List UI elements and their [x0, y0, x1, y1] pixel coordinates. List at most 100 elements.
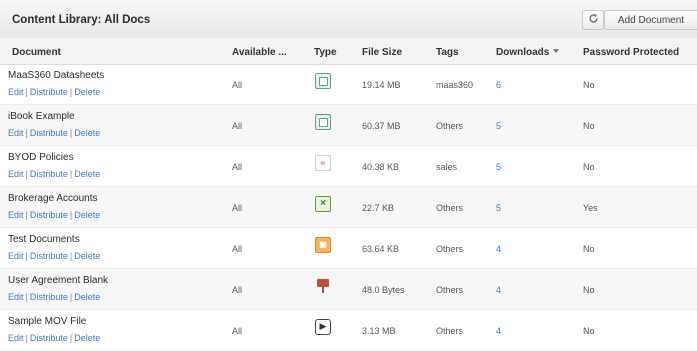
- downloads-header-label: Downloads: [496, 47, 550, 59]
- distribute-link[interactable]: Distribute: [30, 210, 68, 220]
- action-separator: |: [25, 128, 28, 138]
- distribute-link[interactable]: Distribute: [30, 169, 68, 179]
- action-separator: |: [25, 251, 28, 261]
- content-library-panel: Content Library: All Docs Add Document D…: [0, 0, 697, 351]
- distribute-link[interactable]: Distribute: [30, 292, 68, 302]
- tags-cell: Others: [436, 285, 464, 295]
- delete-link[interactable]: Delete: [74, 251, 100, 261]
- table-row[interactable]: MaaS360 Datasheets Edit | Distribute | Delete…: [0, 64, 697, 105]
- column-header-tags[interactable]: Tags: [436, 47, 459, 58]
- delete-link[interactable]: Delete: [74, 333, 100, 343]
- password-protected-cell: No: [583, 244, 595, 254]
- document-name[interactable]: Test Documents: [8, 234, 80, 245]
- toolbar: Content Library: All Docs Add Document: [0, 0, 697, 39]
- password-protected-cell: No: [583, 285, 595, 295]
- delete-link[interactable]: Delete: [74, 210, 100, 220]
- delete-link[interactable]: Delete: [74, 169, 100, 179]
- tags-cell: Others: [436, 244, 464, 254]
- document-name[interactable]: Brokerage Accounts: [8, 193, 98, 204]
- row-actions: Edit | Distribute | Delete: [8, 169, 100, 179]
- video-icon: ▶: [315, 319, 331, 335]
- keynote-icon: [315, 278, 331, 294]
- delete-link[interactable]: Delete: [74, 128, 100, 138]
- available-cell: All: [232, 285, 243, 295]
- file-size-cell: 48.0 Bytes: [362, 285, 405, 295]
- table-row[interactable]: Test Documents Edit | Distribute | Delete All ▣…: [0, 228, 697, 269]
- available-cell: All: [232, 244, 243, 254]
- column-header-downloads[interactable]: Downloads: [496, 47, 560, 58]
- table-row[interactable]: BYOD Policies Edit | Distribute | Delete All ≈4…: [0, 146, 697, 187]
- refresh-icon: [588, 13, 599, 27]
- delete-link[interactable]: Delete: [74, 292, 100, 302]
- action-separator: |: [69, 87, 73, 97]
- table-row[interactable]: Brokerage Accounts Edit | Distribute | Delete…: [0, 187, 697, 228]
- document-name[interactable]: User Agreement Blank: [8, 275, 108, 286]
- edit-link[interactable]: Edit: [8, 210, 24, 220]
- distribute-link[interactable]: Distribute: [30, 251, 68, 261]
- distribute-link[interactable]: Distribute: [30, 87, 68, 97]
- action-separator: |: [25, 169, 28, 179]
- row-actions: Edit | Distribute | Delete: [8, 87, 100, 97]
- delete-link[interactable]: Delete: [74, 87, 100, 97]
- action-separator: |: [69, 210, 73, 220]
- action-separator: |: [69, 169, 73, 179]
- distribute-link[interactable]: Distribute: [30, 128, 68, 138]
- available-cell: All: [232, 162, 243, 172]
- available-cell: All: [232, 203, 243, 213]
- password-protected-cell: No: [583, 80, 595, 90]
- add-document-button[interactable]: Add Document: [604, 10, 697, 30]
- action-separator: |: [69, 128, 73, 138]
- downloads-count[interactable]: 5: [496, 162, 501, 172]
- action-separator: |: [25, 292, 28, 302]
- document-name[interactable]: MaaS360 Datasheets: [8, 70, 104, 81]
- refresh-button[interactable]: [582, 10, 604, 30]
- column-header-available[interactable]: Available ...: [232, 47, 287, 58]
- distribute-link[interactable]: Distribute: [30, 333, 68, 343]
- file-size-cell: 22.7 KB: [362, 203, 395, 213]
- available-cell: All: [232, 326, 243, 336]
- table-row[interactable]: User Agreement Blank Edit | Distribute | Dele…: [0, 269, 697, 310]
- downloads-count[interactable]: 4: [496, 285, 501, 295]
- file-size-cell: 40.38 KB: [362, 162, 400, 172]
- column-header-password-protected[interactable]: Password Protected: [583, 47, 679, 58]
- downloads-count[interactable]: 4: [496, 326, 501, 336]
- document-icon: [315, 73, 331, 89]
- column-header-type[interactable]: Type: [314, 47, 337, 58]
- file-size-cell: 63.64 KB: [362, 244, 400, 254]
- edit-link[interactable]: Edit: [8, 333, 24, 343]
- edit-link[interactable]: Edit: [8, 169, 24, 179]
- document-name[interactable]: iBook Example: [8, 111, 75, 122]
- downloads-count[interactable]: 4: [496, 244, 501, 254]
- action-separator: |: [69, 251, 73, 261]
- table-row[interactable]: Sample MOV File Edit | Distribute | Delete All…: [0, 310, 697, 351]
- edit-link[interactable]: Edit: [8, 251, 24, 261]
- action-separator: |: [25, 333, 28, 343]
- password-protected-cell: No: [583, 121, 595, 131]
- tags-cell: Others: [436, 326, 464, 336]
- page-title: Content Library: All Docs: [12, 14, 151, 26]
- row-actions: Edit | Distribute | Delete: [8, 333, 100, 343]
- downloads-count[interactable]: 5: [496, 203, 501, 213]
- downloads-count[interactable]: 5: [496, 121, 501, 131]
- password-protected-cell: Yes: [583, 203, 598, 213]
- row-actions: Edit | Distribute | Delete: [8, 251, 100, 261]
- document-icon: [315, 114, 331, 130]
- document-name[interactable]: BYOD Policies: [8, 152, 74, 163]
- column-header-document[interactable]: Document: [12, 47, 61, 58]
- tags-cell: sales: [436, 162, 458, 172]
- edit-link[interactable]: Edit: [8, 128, 24, 138]
- available-cell: All: [232, 121, 243, 131]
- downloads-count[interactable]: 6: [496, 80, 501, 90]
- file-size-cell: 3.13 MB: [362, 326, 396, 336]
- document-name[interactable]: Sample MOV File: [8, 316, 86, 327]
- table-row[interactable]: iBook Example Edit | Distribute | Delete All 60…: [0, 105, 697, 146]
- row-actions: Edit | Distribute | Delete: [8, 128, 100, 138]
- edit-link[interactable]: Edit: [8, 87, 24, 97]
- sort-arrow-icon: [552, 47, 560, 58]
- edit-link[interactable]: Edit: [8, 292, 24, 302]
- tags-cell: maas360: [436, 80, 474, 90]
- row-actions: Edit | Distribute | Delete: [8, 210, 100, 220]
- action-separator: |: [69, 292, 73, 302]
- password-protected-cell: No: [583, 326, 595, 336]
- column-header-file-size[interactable]: File Size: [362, 47, 402, 58]
